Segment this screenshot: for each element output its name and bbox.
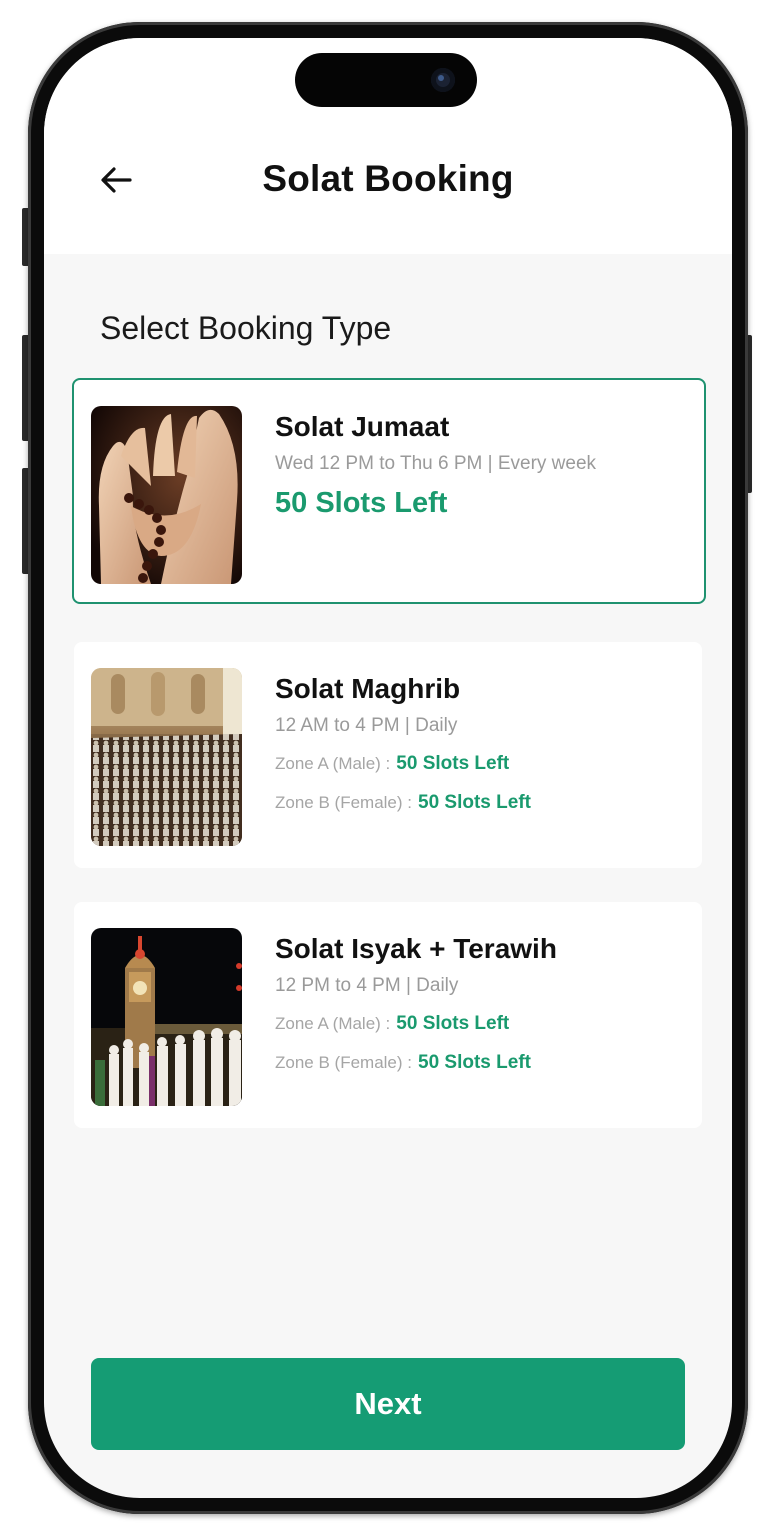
booking-card-text: Solat Isyak + Terawih 12 PM to 4 PM | Da… — [275, 932, 692, 1076]
zone-a-slots: 50 Slots Left — [396, 753, 510, 774]
app-screen: Solat Booking Select Booking Type Solat … — [44, 38, 732, 1498]
praying-hands-image — [91, 406, 242, 584]
booking-title: Solat Isyak + Terawih — [275, 933, 557, 964]
section-title: Select Booking Type — [100, 310, 392, 346]
slots-left: 50 Slots Left — [275, 487, 448, 519]
zone-b-slots: 50 Slots Left — [418, 792, 531, 813]
page-title: Solat Booking — [262, 158, 514, 199]
zone-a-slots: 50 Slots Left — [396, 1013, 510, 1034]
booking-title: Solat Jumaat — [275, 411, 450, 442]
booking-title: Solat Maghrib — [275, 673, 461, 704]
booking-card-isyak[interactable]: Solat Isyak + Terawih 12 PM to 4 PM | Da… — [74, 902, 702, 1128]
device-stage: Solat Booking Select Booking Type Solat … — [0, 0, 768, 1536]
dynamic-island — [295, 53, 477, 107]
booking-schedule: 12 PM to 4 PM | Daily — [275, 975, 459, 996]
booking-card-text: Solat Jumaat Wed 12 PM to Thu 6 PM | Eve… — [275, 410, 694, 520]
next-button[interactable]: Next — [91, 1358, 685, 1450]
booking-schedule: Wed 12 PM to Thu 6 PM | Every week — [275, 453, 597, 474]
zone-b-row: Zone B (Female) : 50 Slots Left — [275, 1051, 692, 1076]
zone-b-label: Zone B (Female) : — [275, 793, 412, 812]
night-clock-tower-image — [91, 928, 242, 1106]
zone-b-label: Zone B (Female) : — [275, 1053, 412, 1072]
zone-b-slots: 50 Slots Left — [418, 1052, 531, 1073]
phone-frame: Solat Booking Select Booking Type Solat … — [28, 22, 748, 1514]
zone-b-row: Zone B (Female) : 50 Slots Left — [275, 791, 692, 816]
booking-schedule: 12 AM to 4 PM | Daily — [275, 715, 458, 736]
zone-a-label: Zone A (Male) : — [275, 1014, 391, 1033]
booking-card-jumaat[interactable]: Solat Jumaat Wed 12 PM to Thu 6 PM | Eve… — [72, 378, 706, 604]
front-camera — [431, 68, 455, 92]
zone-a-row: Zone A (Male) : 50 Slots Left — [275, 1012, 692, 1037]
booking-card-text: Solat Maghrib 12 AM to 4 PM | Daily Zone… — [275, 672, 692, 816]
mosque-congregation-image — [91, 668, 242, 846]
booking-card-maghrib[interactable]: Solat Maghrib 12 AM to 4 PM | Daily Zone… — [74, 642, 702, 868]
zone-a-row: Zone A (Male) : 50 Slots Left — [275, 752, 692, 777]
zone-a-label: Zone A (Male) : — [275, 754, 391, 773]
